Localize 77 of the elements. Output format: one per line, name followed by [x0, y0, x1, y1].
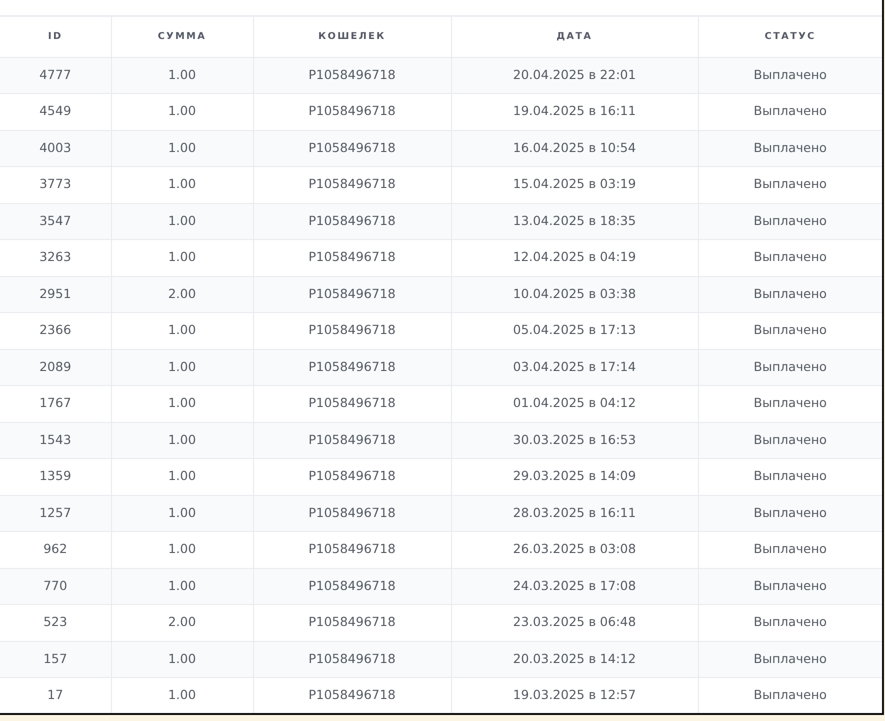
table-cell: P1058496718 [253, 130, 451, 166]
table-cell: 2951 [0, 276, 111, 312]
table-cell: 1.00 [111, 349, 253, 386]
table-cell: 01.04.2025 в 04:12 [451, 386, 698, 422]
table-cell: P1058496718 [253, 166, 451, 203]
table-cell: 1.00 [111, 458, 253, 495]
table-cell: P1058496718 [253, 240, 451, 276]
table-cell: P1058496718 [253, 386, 451, 422]
table-cell: P1058496718 [253, 604, 451, 641]
table-cell: P1058496718 [253, 203, 451, 240]
table-cell: Выплачено [698, 130, 882, 166]
table-cell: 523 [0, 604, 111, 641]
table-cell: P1058496718 [253, 532, 451, 568]
table-cell: 2.00 [111, 604, 253, 641]
table-cell: 962 [0, 532, 111, 568]
table-cell: Выплачено [698, 495, 882, 532]
table-cell: 4003 [0, 130, 111, 166]
table-cell: Выплачено [698, 349, 882, 386]
table-cell: 26.03.2025 в 03:08 [451, 532, 698, 568]
table-cell: 03.04.2025 в 17:14 [451, 349, 698, 386]
table-cell: 16.04.2025 в 10:54 [451, 130, 698, 166]
table-cell: 1.00 [111, 495, 253, 532]
table-cell: 1.00 [111, 532, 253, 568]
table-cell: P1058496718 [253, 641, 451, 678]
table-cell: P1058496718 [253, 422, 451, 458]
table-cell: 12.04.2025 в 04:19 [451, 240, 698, 276]
table-cell: Выплачено [698, 203, 882, 240]
table-cell: 05.04.2025 в 17:13 [451, 312, 698, 349]
table-cell: 1.00 [111, 203, 253, 240]
table-cell: 1.00 [111, 166, 253, 203]
table-cell: Выплачено [698, 641, 882, 678]
table-cell: 3547 [0, 203, 111, 240]
table-cell: 15.04.2025 в 03:19 [451, 166, 698, 203]
table-cell: 24.03.2025 в 17:08 [451, 568, 698, 604]
table-cell: 3263 [0, 240, 111, 276]
table-cell: P1058496718 [253, 458, 451, 495]
table-cell: 23.03.2025 в 06:48 [451, 604, 698, 641]
table-cell: 30.03.2025 в 16:53 [451, 422, 698, 458]
table-cell: 1.00 [111, 568, 253, 604]
table-cell: 1.00 [111, 312, 253, 349]
table-cell: 1257 [0, 495, 111, 532]
table-cell: P1058496718 [253, 349, 451, 386]
table-cell: P1058496718 [253, 57, 451, 94]
table-cell: P1058496718 [253, 495, 451, 532]
table-cell: 1.00 [111, 57, 253, 94]
table-cell: 1.00 [111, 386, 253, 422]
table-cell: 28.03.2025 в 16:11 [451, 495, 698, 532]
table-cell: P1058496718 [253, 312, 451, 349]
table-cell: Выплачено [698, 276, 882, 312]
table-cell: 29.03.2025 в 14:09 [451, 458, 698, 495]
table-cell: 1.00 [111, 422, 253, 458]
table-cell: 1767 [0, 386, 111, 422]
table-cell: 1.00 [111, 130, 253, 166]
table-cell: 20.03.2025 в 14:12 [451, 641, 698, 678]
table-cell: 2366 [0, 312, 111, 349]
table-cell: 157 [0, 641, 111, 678]
table-cell: 2.00 [111, 276, 253, 312]
table-cell: Выплачено [698, 422, 882, 458]
table-cell: Выплачено [698, 568, 882, 604]
table-cell: 1.00 [111, 641, 253, 678]
table-cell: 19.04.2025 в 16:11 [451, 94, 698, 130]
table-cell: 1.00 [111, 240, 253, 276]
table-cell: 2089 [0, 349, 111, 386]
table-cell: 1543 [0, 422, 111, 458]
table-cell: 4549 [0, 94, 111, 130]
table-cell: 1359 [0, 458, 111, 495]
table-cell: 20.04.2025 в 22:01 [451, 57, 698, 94]
table-cell: 770 [0, 568, 111, 604]
table-cell: 3773 [0, 166, 111, 203]
table-cell: P1058496718 [253, 568, 451, 604]
table-cell: 1.00 [111, 94, 253, 130]
table-cell: Выплачено [698, 57, 882, 94]
table-cell: 13.04.2025 в 18:35 [451, 203, 698, 240]
table-cell: 4777 [0, 57, 111, 94]
table-cell: P1058496718 [253, 94, 451, 130]
table-cell: P1058496718 [253, 276, 451, 312]
table-cell: 10.04.2025 в 03:38 [451, 276, 698, 312]
